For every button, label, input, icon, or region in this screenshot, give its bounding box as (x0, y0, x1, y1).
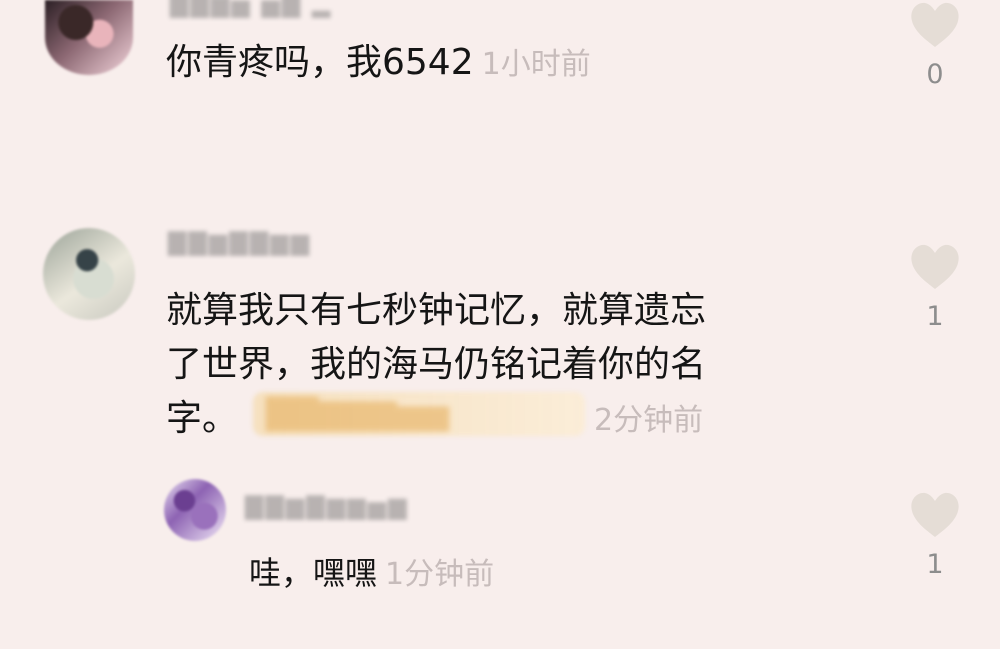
avatar[interactable] (43, 228, 135, 320)
heart-icon (911, 2, 959, 47)
blurred-username: ▇▇▆▇▇▆▆ (168, 228, 312, 256)
avatar[interactable] (45, 0, 133, 75)
blurred-username: ▇▇▆▇▆▆▅▆ (245, 492, 409, 520)
like-button[interactable]: 0 (892, 2, 978, 90)
heart-icon (911, 492, 959, 537)
avatar[interactable] (164, 479, 226, 541)
like-button[interactable]: 1 (892, 492, 978, 580)
comment-line-3-text: 字。 (166, 398, 239, 439)
heart-icon (911, 244, 959, 289)
comment-timestamp: 2分钟前 (594, 403, 704, 438)
comment-line-2: 了世界，我的海马仍铭记着你的名 (166, 344, 707, 385)
like-count: 1 (926, 301, 944, 332)
reply-text: 哇，嘿嘿 1分钟前 (249, 546, 494, 602)
like-count: 1 (926, 549, 944, 580)
reply-text-content: 哇，嘿嘿 (249, 554, 378, 592)
reply-timestamp: 1分钟前 (385, 557, 495, 592)
like-count: 0 (926, 59, 944, 90)
comment-line-1: 就算我只有七秒钟记忆，就算遗忘 (166, 290, 707, 331)
comment-text-content: 你青疼吗，我6542 (166, 42, 474, 83)
comment-timestamp: 1小时前 (481, 47, 591, 82)
like-button[interactable]: 1 (892, 244, 978, 332)
comment-text: 你青疼吗，我6542 1小时前 (166, 36, 591, 92)
blurred-mention-text: ▇▇▆▆▆▅▅ (266, 392, 450, 432)
blurred-username: ▇▇▆▅ ▅▇ ▂ (170, 0, 333, 18)
